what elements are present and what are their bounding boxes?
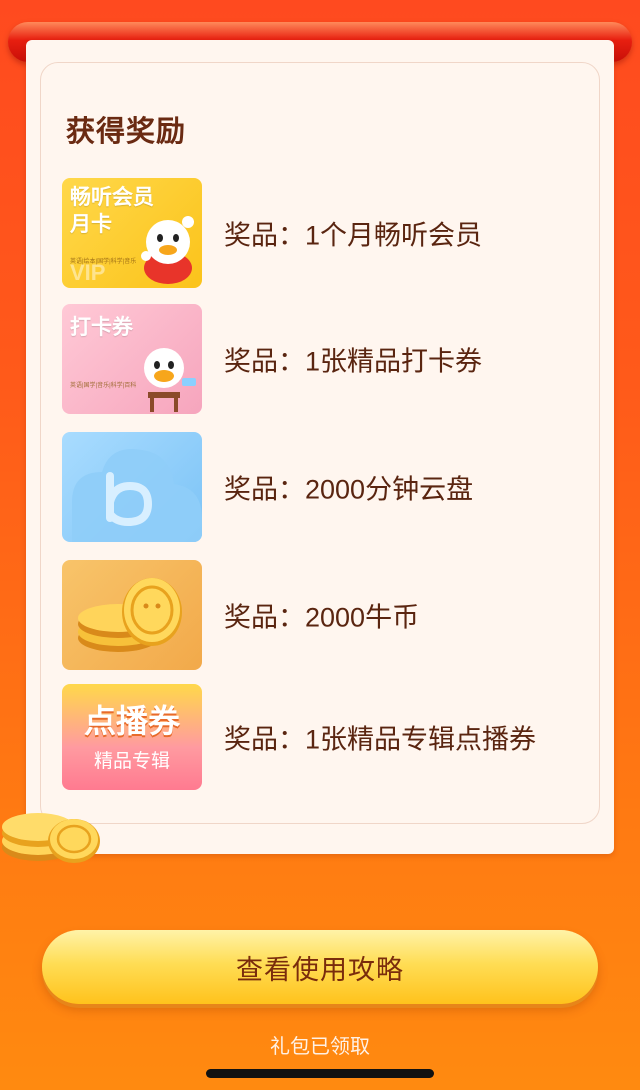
vod-voucher-subtitle: 精品专辑 (93, 751, 170, 772)
prize-label: 奖品：1张精品专辑点播券 (224, 724, 537, 755)
prize-item-checkin: 打卡券 英语|国学|音乐|科学|百科 奖品：1张精品打卡券 (62, 304, 602, 414)
prize-item-cloud: 奖品：2000分钟云盘 (62, 432, 602, 542)
vip-card-title-line1: 畅听会员 (70, 186, 154, 209)
vod-voucher-title: 点播券 (83, 703, 180, 739)
prize-label: 奖品：1个月畅听会员 (224, 220, 483, 251)
gift-claimed-status: 礼包已领取 (270, 1036, 370, 1058)
vip-card-thumbnail: 畅听会员 月卡 英语|绘本|国学|科学|音乐 VIP (62, 178, 202, 288)
cloud-icon (72, 448, 202, 542)
prize-label: 奖品：1张精品打卡券 (224, 346, 483, 377)
reward-card: 获得奖励 畅听会员 月卡 英语|绘本|国学|科学|音乐 VIP 奖品：1个月畅听… (26, 40, 614, 854)
page-title: 获得奖励 (66, 116, 187, 148)
mascot-icon (141, 216, 194, 284)
cloud-storage-thumbnail (62, 432, 202, 542)
prize-label: 奖品：2000牛币 (224, 602, 420, 633)
vod-voucher-thumbnail: 点播券 精品专辑 (62, 684, 202, 790)
gold-coins-decoration-icon (2, 813, 100, 863)
coin-stack-icon (78, 578, 182, 652)
prize-label: 奖品：2000分钟云盘 (224, 474, 474, 505)
vip-watermark: VIP (70, 260, 106, 285)
checkin-voucher-title: 打卡券 (70, 316, 133, 339)
mascot-icon (144, 348, 196, 412)
view-guide-button[interactable]: 查看使用攻略 (42, 930, 598, 1004)
checkin-voucher-caption: 英语|国学|音乐|科学|百科 (70, 383, 137, 389)
checkin-voucher-thumbnail: 打卡券 英语|国学|音乐|科学|百科 (62, 304, 202, 414)
prize-item-vod: 点播券 精品专辑 奖品：1张精品专辑点播券 (62, 684, 602, 790)
prize-item-vip: 畅听会员 月卡 英语|绘本|国学|科学|音乐 VIP 奖品：1个月畅听会员 (62, 178, 602, 288)
prize-item-coins: 奖品：2000牛币 (62, 560, 602, 670)
coins-thumbnail (62, 560, 202, 670)
home-indicator[interactable] (206, 1069, 434, 1078)
